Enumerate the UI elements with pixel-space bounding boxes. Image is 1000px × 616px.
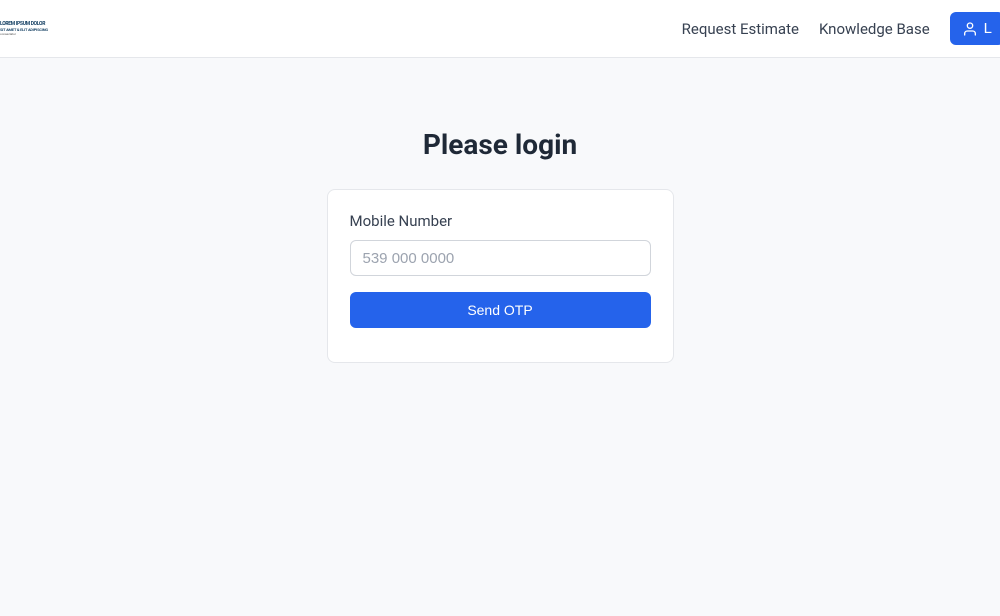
logo-area: LOREM IPSUM DOLOR SIT AMET & ELIT ADIPIS… bbox=[0, 17, 48, 41]
main: Please login Mobile Number Send OTP bbox=[0, 58, 1000, 363]
send-otp-button[interactable]: Send OTP bbox=[350, 292, 651, 328]
nav-link-request-estimate[interactable]: Request Estimate bbox=[682, 20, 799, 38]
page-title: Please login bbox=[423, 128, 577, 161]
login-button-label: L bbox=[984, 20, 992, 37]
header: LOREM IPSUM DOLOR SIT AMET & ELIT ADIPIS… bbox=[0, 0, 1000, 58]
login-button[interactable]: L bbox=[950, 12, 1000, 45]
nav-right: Request Estimate Knowledge Base L bbox=[682, 12, 1000, 45]
login-card: Mobile Number Send OTP bbox=[327, 189, 674, 363]
nav-link-knowledge-base[interactable]: Knowledge Base bbox=[819, 20, 930, 38]
mobile-number-label: Mobile Number bbox=[350, 212, 651, 230]
user-icon bbox=[962, 21, 978, 37]
mobile-number-input[interactable] bbox=[350, 240, 651, 276]
logo[interactable]: LOREM IPSUM DOLOR SIT AMET & ELIT ADIPIS… bbox=[0, 17, 48, 41]
